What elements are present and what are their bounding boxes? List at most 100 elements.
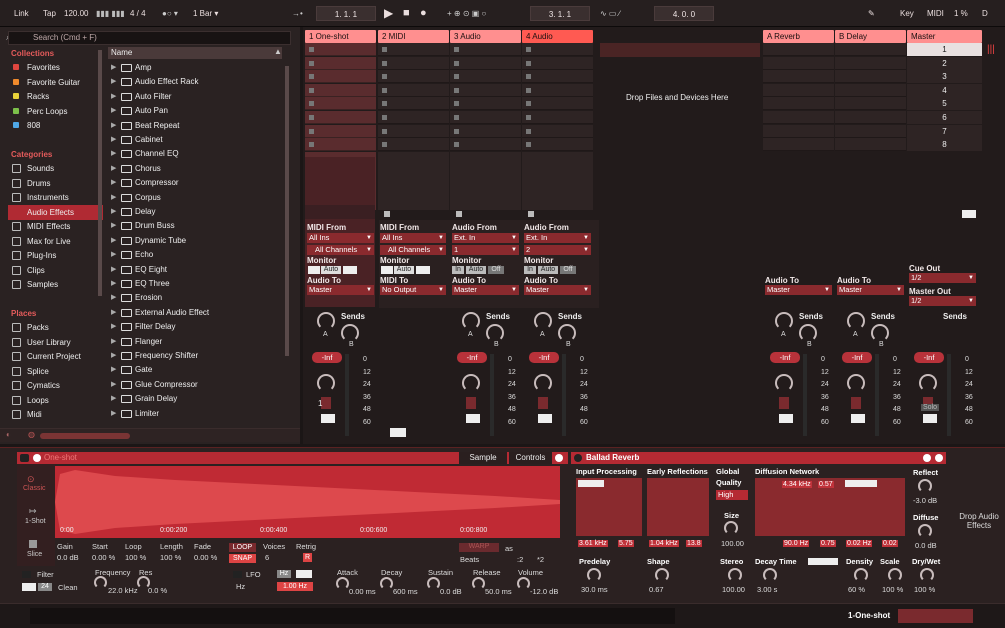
warp-mode-select[interactable]: Beats: [460, 555, 479, 564]
frequency-knob[interactable]: [94, 576, 107, 589]
stereo-value[interactable]: 100.00: [722, 585, 745, 594]
clip-stop-icon[interactable]: [454, 87, 459, 93]
send-b-knob[interactable]: [558, 324, 576, 342]
diffuse-knob[interactable]: [918, 524, 932, 538]
clip-stop-icon[interactable]: [526, 87, 531, 93]
clip-slot[interactable]: [305, 97, 376, 111]
browser-item[interactable]: ▶ Gate: [108, 363, 288, 377]
tap-button[interactable]: Tap: [43, 6, 56, 21]
browser-item[interactable]: ▶ Grain Delay: [108, 392, 288, 406]
clip-slot[interactable]: [835, 56, 906, 70]
clip-stop-icon[interactable]: [454, 115, 459, 120]
browser-item[interactable]: ▶ Erosion: [108, 291, 288, 305]
solo-button[interactable]: [779, 414, 793, 423]
track-activator[interactable]: [466, 397, 476, 409]
double-tempo-button[interactable]: *2: [537, 555, 544, 564]
level-meter[interactable]: 0 12 24 36 48 60: [875, 352, 905, 438]
lfo-sync-button[interactable]: Hz: [277, 570, 291, 578]
clip-slot[interactable]: [763, 124, 834, 138]
clip-slot[interactable]: [378, 43, 449, 56]
browser-item[interactable]: ▶ Drum Buss: [108, 219, 288, 233]
send-b-knob[interactable]: [341, 324, 359, 342]
warp-button[interactable]: WARP: [459, 543, 499, 552]
browser-item[interactable]: ▶ Limiter: [108, 407, 288, 421]
browser-item[interactable]: ▶ Filter Delay: [108, 320, 288, 334]
decay-knob[interactable]: [763, 568, 777, 582]
monitor-in-button[interactable]: [381, 266, 393, 274]
solo-button[interactable]: [466, 414, 480, 423]
sustain-knob[interactable]: [427, 577, 440, 590]
clip-slot[interactable]: [450, 97, 521, 111]
place-item[interactable]: Midi: [0, 407, 100, 422]
clip-slot[interactable]: [522, 70, 593, 84]
category-item[interactable]: Audio Effects: [8, 204, 103, 220]
reverb-hz2-field[interactable]: 1.04 kHz: [649, 540, 679, 547]
gain-value[interactable]: 0.0 dB: [57, 553, 79, 562]
audio-from-select[interactable]: Ext. In ▼: [452, 233, 519, 243]
link-button[interactable]: Link: [14, 6, 29, 21]
scene-launch[interactable]: 6: [907, 111, 982, 124]
reverb-q2-field[interactable]: 13.8: [686, 540, 702, 547]
clip-slot[interactable]: [763, 70, 834, 84]
reverb-v022-field[interactable]: 0.02: [882, 540, 898, 547]
master-solo-button[interactable]: Solo: [921, 404, 940, 411]
place-item[interactable]: Splice: [0, 364, 100, 379]
solo-button[interactable]: [321, 414, 335, 423]
reverb-hz4-field[interactable]: 90.0 Hz: [783, 540, 810, 547]
track-header[interactable]: 4 Audio: [522, 30, 593, 43]
level-meter[interactable]: 0 12 24 36 48 60: [345, 352, 375, 438]
key-map-button[interactable]: Key: [900, 6, 914, 21]
pan-knob[interactable]: [462, 374, 480, 392]
early-reflections-display[interactable]: [647, 478, 709, 536]
volume-readout[interactable]: -Inf: [770, 352, 800, 363]
browser-item[interactable]: ▶ Channel EQ: [108, 147, 288, 161]
browser-item[interactable]: ▶ Chorus: [108, 162, 288, 176]
collection-item[interactable]: Favorites: [0, 60, 100, 75]
retrig-button[interactable]: R: [303, 553, 312, 562]
send-a-knob[interactable]: [847, 312, 865, 330]
category-item[interactable]: Samples: [0, 277, 100, 292]
reverb-v57-field[interactable]: 0.57: [818, 481, 834, 488]
browser-item[interactable]: ▶ Delay: [108, 205, 288, 219]
track-header[interactable]: 3 Audio: [450, 30, 521, 43]
expand-arrow-icon[interactable]: ▶: [111, 277, 116, 291]
volume-value[interactable]: -12.0 dB: [530, 587, 558, 596]
monitor-in-button[interactable]: In: [524, 266, 536, 274]
expand-arrow-icon[interactable]: ▶: [111, 263, 116, 277]
reverb-q1-field[interactable]: 5.75: [618, 540, 634, 547]
search-input[interactable]: Search (Cmd + F): [8, 31, 291, 45]
audio-from-select[interactable]: Ext. In ▼: [524, 233, 591, 243]
expand-icon[interactable]: [555, 454, 563, 462]
browser-item[interactable]: ▶ Auto Pan: [108, 104, 288, 118]
release-knob[interactable]: [472, 577, 485, 590]
reverb-freq3-field[interactable]: 4.34 kHz: [782, 481, 812, 488]
filter-circuit-select[interactable]: Clean: [58, 583, 78, 592]
audio-to-select[interactable]: Master ▼: [837, 285, 904, 295]
scrollbar[interactable]: [285, 66, 289, 356]
expand-arrow-icon[interactable]: ▶: [111, 119, 116, 133]
category-item[interactable]: Sounds: [0, 161, 100, 176]
track-header[interactable]: A Reverb: [763, 30, 834, 43]
clip-slot[interactable]: [378, 111, 449, 124]
clip-slot[interactable]: [305, 56, 376, 70]
song-position-field[interactable]: 1. 1. 1: [316, 6, 376, 21]
clip-stop-icon[interactable]: [309, 87, 314, 93]
solo-button[interactable]: [923, 414, 937, 423]
expand-arrow-icon[interactable]: ▶: [111, 234, 116, 248]
input-channel-select[interactable]: 1 ▼: [452, 245, 519, 255]
midi-to-select[interactable]: No Output ▼: [380, 285, 446, 295]
stop-all-clips-button[interactable]: [962, 210, 976, 218]
clip-stop-icon[interactable]: [526, 74, 531, 80]
clip-stop-icon[interactable]: [382, 60, 387, 66]
clip-slot[interactable]: [835, 97, 906, 111]
send-a-knob[interactable]: [317, 312, 335, 330]
classic-icon[interactable]: ⊙: [27, 474, 35, 485]
place-item[interactable]: Loops: [0, 393, 100, 408]
monitor-off-button[interactable]: Off: [488, 266, 504, 274]
browser-item[interactable]: ▶ Echo: [108, 248, 288, 262]
input-channel-select[interactable]: 2 ▼: [524, 245, 591, 255]
monitor-in-button[interactable]: In: [452, 266, 464, 274]
clip-stop-icon[interactable]: [382, 74, 387, 80]
monitor-auto-button[interactable]: Auto: [466, 266, 486, 274]
level-meter[interactable]: 0 12 24 36 48 60: [803, 352, 833, 438]
